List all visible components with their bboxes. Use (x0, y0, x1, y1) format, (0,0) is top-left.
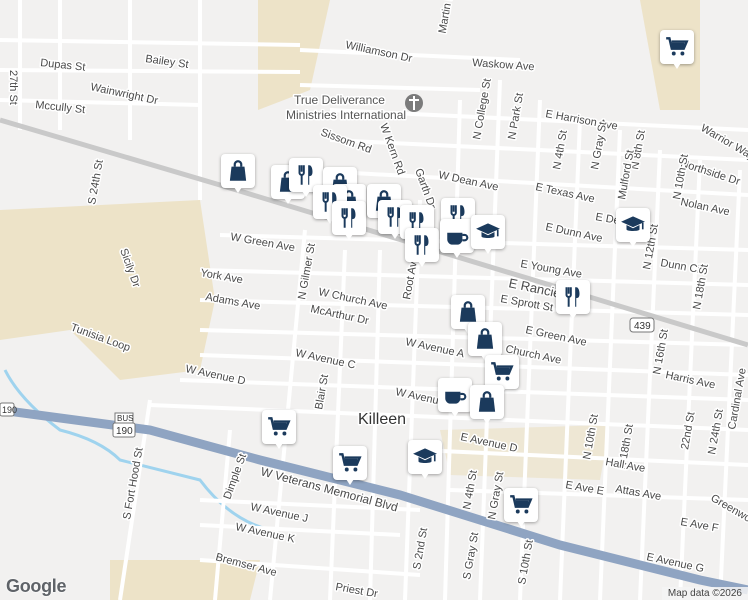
map-pin-coffee[interactable] (440, 219, 474, 263)
restaurant-icon (560, 284, 586, 310)
map-canvas[interactable]: Bailey St Dupas St Wainwright Dr Mccully… (0, 0, 748, 600)
svg-text:190: 190 (116, 426, 133, 437)
cart-icon (337, 450, 363, 476)
restaurant-icon (409, 232, 435, 258)
google-logo: Google (6, 576, 67, 596)
map-pin-bag[interactable] (470, 385, 504, 429)
map-attribution[interactable]: Map data ©2026 (661, 587, 748, 600)
shopping-bag-icon (472, 326, 498, 352)
map-pin-school[interactable] (616, 208, 650, 252)
map-pin-cart[interactable] (504, 488, 538, 532)
map-pin-school[interactable] (471, 215, 505, 259)
shopping-bag-icon (474, 389, 500, 415)
cart-icon (664, 34, 690, 60)
map-pin-food[interactable] (405, 228, 439, 272)
map-pin-food[interactable] (332, 201, 366, 245)
svg-text:439: 439 (634, 321, 651, 332)
map-pin-coffee[interactable] (438, 378, 472, 422)
poi-name-line2: Ministries International (286, 108, 406, 122)
map-pin-bag[interactable] (221, 154, 255, 198)
coffee-cup-icon (444, 223, 470, 249)
cart-icon (489, 359, 515, 385)
cart-icon (266, 414, 292, 440)
map-pin-cart[interactable] (333, 446, 367, 490)
map-pin-cart[interactable] (660, 30, 694, 74)
map-pin-school[interactable] (408, 440, 442, 484)
city-label: Killeen (358, 411, 406, 428)
map-pin-food[interactable] (556, 280, 590, 324)
coffee-cup-icon (442, 382, 468, 408)
restaurant-icon (336, 205, 362, 231)
shopping-bag-icon (225, 158, 251, 184)
poi-name-line1: True Deliverance (294, 93, 385, 107)
svg-text:27th St: 27th St (7, 70, 19, 105)
school-icon (412, 444, 438, 470)
school-icon (620, 212, 646, 238)
svg-text:190: 190 (2, 405, 17, 415)
map-pin-cart[interactable] (262, 410, 296, 454)
school-icon (475, 219, 501, 245)
cart-icon (508, 492, 534, 518)
map-base: Bailey St Dupas St Wainwright Dr Mccully… (0, 0, 748, 600)
svg-text:BUS: BUS (117, 414, 133, 423)
